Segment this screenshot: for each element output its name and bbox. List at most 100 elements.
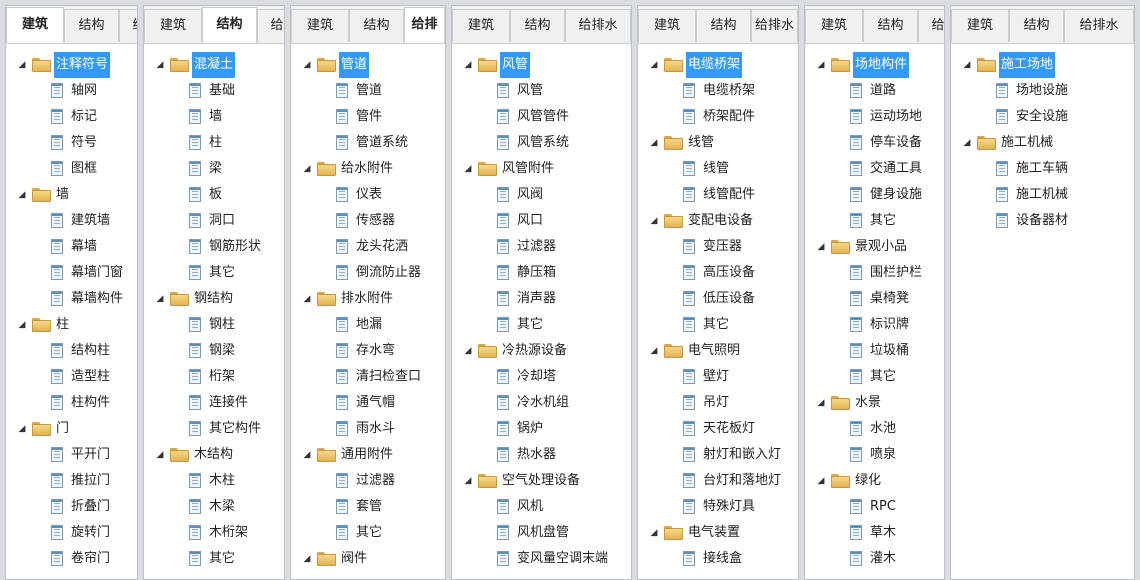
tree-item-row[interactable]: 高压设备 [638, 260, 798, 286]
tree-item-row[interactable]: 停车设备 [805, 130, 944, 156]
expand-arrow-icon[interactable]: ◢ [301, 52, 313, 78]
tree-folder-row[interactable]: ◢ 阀件 [291, 546, 445, 572]
tree-item-row[interactable]: 结构柱 [6, 338, 137, 364]
tab-0[interactable]: 建筑 [452, 9, 510, 42]
tree-view[interactable]: ◢ 场地构件 道路 运动场地 停车设备 交通工具 健身设施 其它 ◢ 景观小品 围栏护栏 桌椅凳 标识牌… [805, 43, 944, 579]
expand-arrow-icon[interactable]: ◢ [648, 520, 660, 546]
expand-arrow-icon[interactable]: ◢ [154, 52, 166, 78]
tree-item-row[interactable]: 管件 [291, 104, 445, 130]
tree-item-row[interactable]: 接线盒 [638, 546, 798, 572]
tree-item-row[interactable]: 低压设备 [638, 286, 798, 312]
tree-item-row[interactable]: 卷帘门 [6, 546, 137, 572]
tree-item-row[interactable]: 通气帽 [291, 390, 445, 416]
expand-arrow-icon[interactable]: ◢ [961, 52, 973, 78]
expand-arrow-icon[interactable]: ◢ [815, 234, 827, 260]
tree-folder-row[interactable]: ◢ 施工场地 [951, 52, 1134, 78]
tree-item-row[interactable]: 其它构件 [144, 416, 284, 442]
tree-item-row[interactable]: 围栏护栏 [805, 260, 944, 286]
tree-item-row[interactable]: 标记 [6, 104, 137, 130]
tree-item-row[interactable]: 其它 [452, 312, 631, 338]
tree-item-row[interactable]: 施工车辆 [951, 156, 1134, 182]
tree-folder-row[interactable]: ◢ 钢结构 [144, 286, 284, 312]
tree-item-row[interactable]: 龙头花洒 [291, 234, 445, 260]
tab-1[interactable]: 结构 [696, 9, 751, 42]
expand-arrow-icon[interactable]: ◢ [648, 130, 660, 156]
tree-item-row[interactable]: 钢筋形状 [144, 234, 284, 260]
tree-item-row[interactable]: 健身设施 [805, 182, 944, 208]
expand-arrow-icon[interactable]: ◢ [301, 156, 313, 182]
tree-item-row[interactable]: 天花板灯 [638, 416, 798, 442]
tree-item-row[interactable]: 柱构件 [6, 390, 137, 416]
tree-item-row[interactable]: 桌椅凳 [805, 286, 944, 312]
tree-item-row[interactable]: 雨水斗 [291, 416, 445, 442]
tree-item-row[interactable]: 传感器 [291, 208, 445, 234]
tree-folder-row[interactable]: ◢ 电缆桥架 [638, 52, 798, 78]
expand-arrow-icon[interactable]: ◢ [16, 182, 28, 208]
tree-folder-row[interactable]: ◢ 施工机械 [951, 130, 1134, 156]
tree-view[interactable]: ◢ 风管 风管 风管管件 风管系统 ◢ 风管附件 风阀 风口 过滤器 静压箱 消声器 其它 ◢ 冷热源设备冷… [452, 43, 631, 579]
tree-item-row[interactable]: 幕墙 [6, 234, 137, 260]
tree-item-row[interactable]: 消声器 [452, 286, 631, 312]
tree-item-row[interactable]: 建筑墙 [6, 208, 137, 234]
tree-folder-row[interactable]: ◢ 风管附件 [452, 156, 631, 182]
tab-0[interactable]: 建筑 [144, 9, 202, 42]
tree-item-row[interactable]: 推拉门 [6, 468, 137, 494]
tab-1[interactable]: 结构 [202, 7, 257, 43]
tree-folder-row[interactable]: ◢ 冷热源设备 [452, 338, 631, 364]
expand-arrow-icon[interactable]: ◢ [462, 338, 474, 364]
tree-folder-row[interactable]: ◢ 风管 [452, 52, 631, 78]
tab-2[interactable]: 给排水 [751, 9, 798, 42]
tree-item-row[interactable]: 旋转门 [6, 520, 137, 546]
tab-2[interactable]: 给 [918, 9, 944, 42]
tree-item-row[interactable]: 垃圾桶 [805, 338, 944, 364]
tree-item-row[interactable]: 风管系统 [452, 130, 631, 156]
tree-folder-row[interactable]: ◢ 水景 [805, 390, 944, 416]
tree-item-row[interactable]: 热水器 [452, 442, 631, 468]
tree-folder-row[interactable]: ◢ 混凝土 [144, 52, 284, 78]
tree-view[interactable]: ◢ 混凝土 基础墙柱梁板洞口 钢筋形状 其它 ◢ 钢结构 钢柱 钢梁 桁架 连接件 其它构件 ◢ 木结构木… [144, 43, 284, 579]
tree-item-row[interactable]: 交通工具 [805, 156, 944, 182]
tree-folder-row[interactable]: ◢ 场地构件 [805, 52, 944, 78]
tree-item-row[interactable]: 造型柱 [6, 364, 137, 390]
tree-folder-row[interactable]: ◢ 管道 [291, 52, 445, 78]
tree-item-row[interactable]: 其它 [805, 364, 944, 390]
tree-folder-row[interactable]: ◢ 空气处理设备 [452, 468, 631, 494]
tree-item-row[interactable]: 存水弯 [291, 338, 445, 364]
expand-arrow-icon[interactable]: ◢ [815, 52, 827, 78]
tree-item-row[interactable]: 幕墙门窗 [6, 260, 137, 286]
tree-item-row[interactable]: 施工机械 [951, 182, 1134, 208]
tree-item-row[interactable]: 场地设施 [951, 78, 1134, 104]
tree-item-row[interactable]: 仪表 [291, 182, 445, 208]
tree-item-row[interactable]: 台灯和落地灯 [638, 468, 798, 494]
tree-item-row[interactable]: 管道 [291, 78, 445, 104]
tree-view[interactable]: ◢ 管道 管道 管件 管道系统 ◢ 给水附件 仪表 传感器 龙头花洒 倒流防止器 ◢ 排水附件 地漏 存水弯… [291, 43, 445, 579]
tree-item-row[interactable]: 图框 [6, 156, 137, 182]
tree-item-row[interactable]: 梁 [144, 156, 284, 182]
tree-item-row[interactable]: 风管管件 [452, 104, 631, 130]
tree-folder-row[interactable]: ◢ 变配电设备 [638, 208, 798, 234]
expand-arrow-icon[interactable]: ◢ [648, 338, 660, 364]
tree-item-row[interactable]: 过滤器 [291, 468, 445, 494]
tree-item-row[interactable]: 其它 [638, 312, 798, 338]
tree-item-row[interactable]: RPC [805, 494, 944, 520]
tree-view[interactable]: ◢ 注释符号 轴网 标记 符号 图框 ◢ 墙建筑墙 幕墙 幕墙门窗 幕墙构件 ◢ 柱结构柱 造型柱 柱构件 ◢… [6, 43, 137, 579]
tree-folder-row[interactable]: ◢ 柱 [6, 312, 137, 338]
tree-item-row[interactable]: 灌木 [805, 546, 944, 572]
tree-item-row[interactable]: 倒流防止器 [291, 260, 445, 286]
tree-item-row[interactable]: 标识牌 [805, 312, 944, 338]
tree-view[interactable]: ◢ 施工场地 场地设施 安全设施 ◢ 施工机械 施工车辆 施工机械 设备器材 [951, 43, 1134, 579]
tree-item-row[interactable]: 水池 [805, 416, 944, 442]
tree-folder-row[interactable]: ◢ 墙 [6, 182, 137, 208]
tree-item-row[interactable]: 过滤器 [452, 234, 631, 260]
tree-item-row[interactable]: 变压器 [638, 234, 798, 260]
tree-item-row[interactable]: 其它 [805, 208, 944, 234]
tree-folder-row[interactable]: ◢ 通用附件 [291, 442, 445, 468]
tree-item-row[interactable]: 风机 [452, 494, 631, 520]
tree-folder-row[interactable]: ◢ 电气照明 [638, 338, 798, 364]
expand-arrow-icon[interactable]: ◢ [815, 390, 827, 416]
tab-0[interactable]: 建筑 [6, 7, 64, 43]
expand-arrow-icon[interactable]: ◢ [462, 156, 474, 182]
tree-item-row[interactable]: 草木 [805, 520, 944, 546]
tab-2[interactable]: 给排 [404, 7, 445, 43]
tab-0[interactable]: 建筑 [638, 9, 696, 42]
